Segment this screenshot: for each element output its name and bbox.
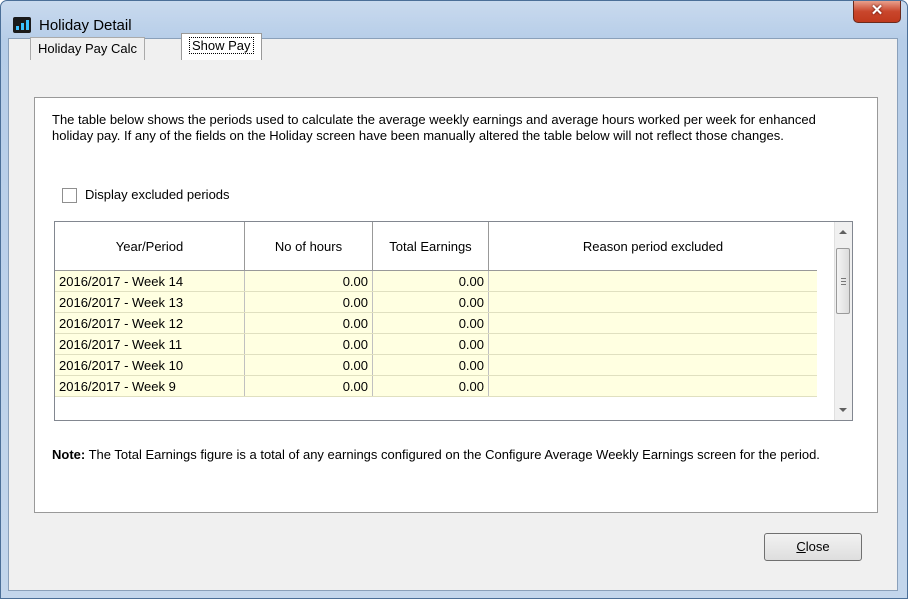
column-header-total-earnings[interactable]: Total Earnings (372, 222, 489, 271)
table-row[interactable]: 2016/2017 - Week 11 0.00 0.00 (55, 333, 817, 355)
cell-no-of-hours[interactable]: 0.00 (244, 375, 373, 397)
cell-no-of-hours[interactable]: 0.00 (244, 312, 373, 334)
cell-year-period[interactable]: 2016/2017 - Week 11 (55, 333, 245, 355)
scrollbar-thumb[interactable] (836, 248, 850, 314)
note-text: Note: The Total Earnings figure is a tot… (52, 446, 852, 463)
cell-no-of-hours[interactable]: 0.00 (244, 354, 373, 376)
cell-total-earnings[interactable]: 0.00 (372, 354, 489, 376)
cell-no-of-hours[interactable]: 0.00 (244, 270, 373, 292)
cell-no-of-hours[interactable]: 0.00 (244, 291, 373, 313)
cell-total-earnings[interactable]: 0.00 (372, 375, 489, 397)
table-row[interactable]: 2016/2017 - Week 13 0.00 0.00 (55, 291, 817, 313)
periods-grid[interactable]: Year/Period No of hours Total Earnings R… (54, 221, 853, 421)
cell-reason-excluded[interactable] (488, 312, 817, 334)
display-excluded-periods-checkbox[interactable] (62, 188, 77, 203)
close-button-label: lose (805, 539, 830, 554)
cell-year-period[interactable]: 2016/2017 - Week 10 (55, 354, 245, 376)
cell-total-earnings[interactable]: 0.00 (372, 270, 489, 292)
cell-total-earnings[interactable]: 0.00 (372, 312, 489, 334)
cell-reason-excluded[interactable] (488, 270, 817, 292)
table-row[interactable]: 2016/2017 - Week 9 0.00 0.00 (55, 375, 817, 397)
table-row[interactable]: 2016/2017 - Week 10 0.00 0.00 (55, 354, 817, 376)
note-label: Note: (52, 447, 86, 462)
tab-show-pay[interactable]: Show Pay (181, 33, 262, 60)
cell-reason-excluded[interactable] (488, 291, 817, 313)
close-button[interactable]: Close (764, 533, 862, 561)
scroll-down-arrow-icon[interactable] (839, 408, 847, 412)
tab-show-pay-label: Show Pay (189, 37, 254, 54)
note-body: The Total Earnings figure is a total of … (85, 447, 820, 462)
title-bar[interactable]: Holiday Detail ✕ (1, 1, 907, 34)
app-icon (13, 17, 31, 33)
cell-reason-excluded[interactable] (488, 333, 817, 355)
column-header-reason-excluded[interactable]: Reason period excluded (488, 222, 817, 271)
tab-holiday-pay-calc[interactable]: Holiday Pay Calc (30, 37, 145, 60)
cell-total-earnings[interactable]: 0.00 (372, 333, 489, 355)
cell-total-earnings[interactable]: 0.00 (372, 291, 489, 313)
cell-reason-excluded[interactable] (488, 354, 817, 376)
close-button-mnemonic: C (796, 539, 806, 554)
column-header-no-of-hours[interactable]: No of hours (244, 222, 373, 271)
cell-no-of-hours[interactable]: 0.00 (244, 333, 373, 355)
window-title: Holiday Detail (39, 17, 132, 34)
table-row[interactable]: 2016/2017 - Week 12 0.00 0.00 (55, 312, 817, 334)
display-excluded-periods-label[interactable]: Display excluded periods (85, 187, 230, 202)
cell-year-period[interactable]: 2016/2017 - Week 13 (55, 291, 245, 313)
cell-reason-excluded[interactable] (488, 375, 817, 397)
vertical-scrollbar[interactable] (834, 222, 852, 420)
cell-year-period[interactable]: 2016/2017 - Week 9 (55, 375, 245, 397)
table-row[interactable]: 2016/2017 - Week 14 0.00 0.00 (55, 270, 817, 292)
periods-table: Year/Period No of hours Total Earnings R… (55, 222, 817, 397)
cell-year-period[interactable]: 2016/2017 - Week 12 (55, 312, 245, 334)
scroll-up-arrow-icon[interactable] (839, 230, 847, 234)
close-icon[interactable]: ✕ (853, 1, 901, 23)
description-text: The table below shows the periods used t… (52, 112, 816, 143)
column-header-year-period[interactable]: Year/Period (55, 222, 245, 271)
cell-year-period[interactable]: 2016/2017 - Week 14 (55, 270, 245, 292)
